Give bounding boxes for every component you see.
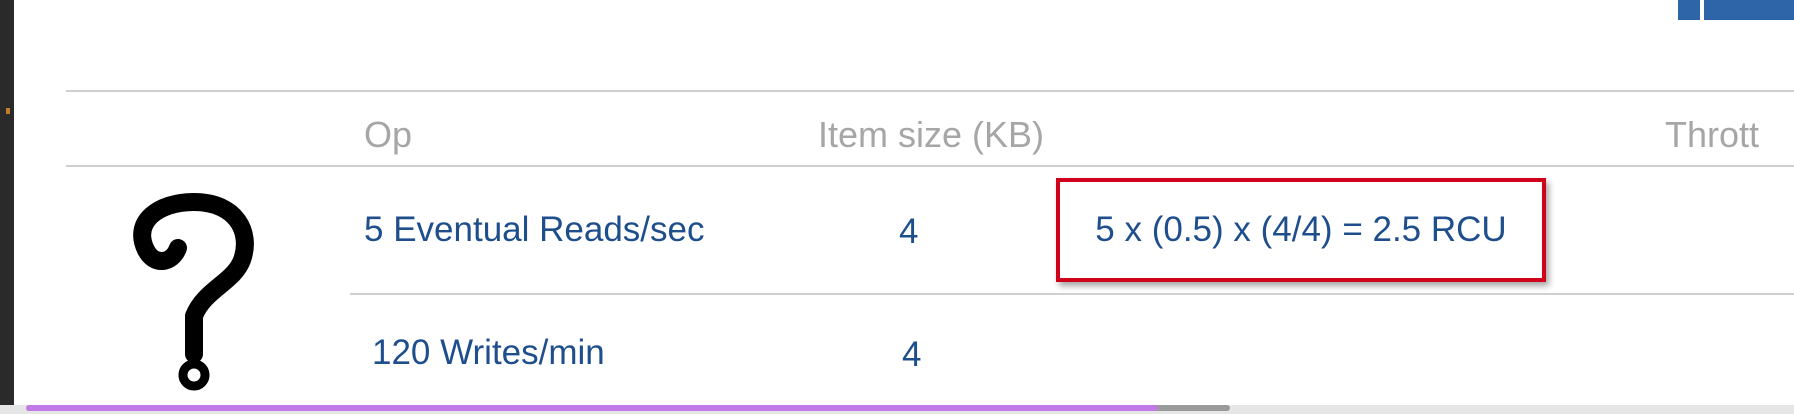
- corner-logo: [1678, 0, 1794, 20]
- editor-gutter: [0, 0, 14, 414]
- gutter-marker: [6, 108, 10, 114]
- column-header-op: Op: [364, 114, 413, 155]
- column-header-item-size: Item size (KB): [818, 114, 1045, 155]
- highlighted-formula-box: 5 x (0.5) x (4/4) = 2.5 RCU: [1056, 178, 1546, 282]
- row-divider: [350, 293, 1794, 295]
- table-top-rule: [66, 90, 1794, 92]
- row-item-size-cell: 4: [899, 212, 919, 251]
- header-bottom-rule: [66, 165, 1794, 167]
- question-mark-icon: [133, 193, 254, 391]
- slide-canvas: Op Item size (KB) Thrott 5 Eventual Read…: [14, 0, 1794, 405]
- row-op-cell: 120 Writes/min: [372, 333, 605, 372]
- scrollbar-progress: [26, 405, 1158, 411]
- row-item-size-cell: 4: [902, 335, 922, 374]
- row-op-cell: 5 Eventual Reads/sec: [364, 210, 705, 249]
- column-header-throttle: Thrott: [1665, 114, 1760, 155]
- rcu-formula-text: 5 x (0.5) x (4/4) = 2.5 RCU: [1095, 210, 1507, 249]
